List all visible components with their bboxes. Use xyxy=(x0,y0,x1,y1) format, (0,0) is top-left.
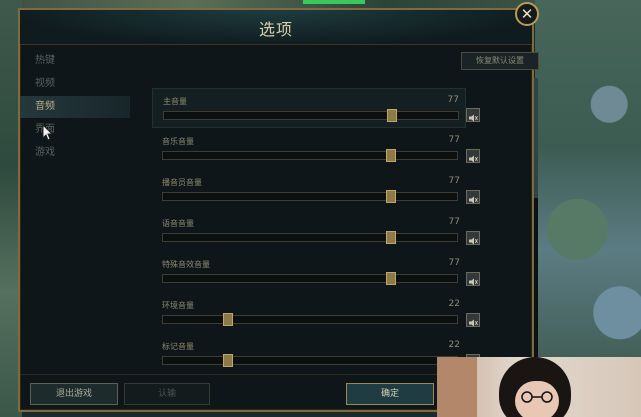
webcam-overlay xyxy=(437,357,641,417)
slider-label: 标记音量 xyxy=(162,342,194,351)
slider-value: 77 xyxy=(448,217,460,227)
sidebar-item-audio[interactable]: 音频 xyxy=(20,96,130,118)
dialog-title: 选项 xyxy=(258,20,293,39)
close-icon: ✕ xyxy=(520,5,534,23)
slider-label: 主音量 xyxy=(163,97,187,106)
speaker-mute-icon xyxy=(469,319,478,327)
volume-slider-row: 语音音量 77 xyxy=(152,211,466,251)
volume-slider-thumb[interactable] xyxy=(223,313,234,326)
volume-slider-thumb[interactable] xyxy=(386,109,397,122)
volume-slider-thumb[interactable] xyxy=(385,231,396,244)
volume-slider-thumb[interactable] xyxy=(385,272,396,285)
mute-toggle-button[interactable] xyxy=(466,272,480,286)
close-button[interactable]: ✕ xyxy=(515,2,539,26)
title-bar: 选项 xyxy=(20,10,532,45)
options-dialog: 选项 热键 视频 音频 界面 游戏 恢复默认设置 主音量77音乐音量77播音员音… xyxy=(18,8,539,412)
slider-label: 特殊音效音量 xyxy=(162,260,210,269)
volume-slider-track[interactable] xyxy=(162,149,458,162)
slider-value: 77 xyxy=(448,135,460,145)
sidebar-item-label: 视频 xyxy=(35,78,55,89)
webcam-background-shelf xyxy=(437,357,477,417)
restore-defaults-button[interactable]: 恢复默认设置 xyxy=(461,52,539,70)
game-background-right xyxy=(535,0,641,417)
volume-slider-track[interactable] xyxy=(162,190,458,203)
speaker-mute-icon xyxy=(469,237,478,245)
audio-settings-panel: 恢复默认设置 主音量 77 音乐音量 77 播音员音量 77 语音音量 77 特殊音效音量 77 环… xyxy=(136,48,539,374)
slider-value: 22 xyxy=(448,340,460,350)
health-bar xyxy=(303,0,365,4)
volume-slider-track[interactable] xyxy=(163,109,459,122)
scrollbar[interactable] xyxy=(534,78,538,368)
slider-label: 语音音量 xyxy=(162,219,194,228)
mute-toggle-button[interactable] xyxy=(466,108,480,122)
volume-slider-row: 标记音量 22 xyxy=(152,334,466,374)
sidebar: 热键 视频 音频 界面 游戏 xyxy=(20,46,130,376)
exit-game-button[interactable]: 退出游戏 xyxy=(30,383,118,405)
mute-toggle-button[interactable] xyxy=(466,313,480,327)
surrender-button[interactable]: 认输 xyxy=(124,383,210,405)
volume-slider-row: 环境音量 22 xyxy=(152,293,466,333)
volume-slider-row: 特殊音效音量 77 xyxy=(152,252,466,292)
speaker-mute-icon xyxy=(469,196,478,204)
sidebar-item-hotkeys[interactable]: 热键 xyxy=(20,50,130,72)
speaker-mute-icon xyxy=(469,114,478,122)
ok-button[interactable]: 确定 xyxy=(346,383,434,405)
volume-slider-track[interactable] xyxy=(162,231,458,244)
slider-value: 77 xyxy=(448,258,460,268)
slider-label: 音乐音量 xyxy=(162,137,194,146)
speaker-mute-icon xyxy=(469,278,478,286)
volume-slider-row: 主音量 77 xyxy=(152,88,466,128)
volume-slider-track[interactable] xyxy=(162,272,458,285)
volume-slider-row: 播音员音量 77 xyxy=(152,170,466,210)
sidebar-item-video[interactable]: 视频 xyxy=(20,73,130,95)
volume-slider-thumb[interactable] xyxy=(385,149,396,162)
sidebar-item-interface[interactable]: 界面 xyxy=(20,119,130,141)
sidebar-item-game[interactable]: 游戏 xyxy=(20,142,130,164)
mouse-pointer-icon xyxy=(42,124,54,141)
glasses-icon xyxy=(521,391,553,403)
slider-list: 主音量 77 音乐音量 77 播音员音量 77 语音音量 77 特殊音效音量 77 环境音量 22 标记… xyxy=(152,88,466,374)
volume-slider-track[interactable] xyxy=(162,354,458,367)
sidebar-item-label: 热键 xyxy=(35,55,55,66)
mute-toggle-button[interactable] xyxy=(466,231,480,245)
speaker-mute-icon xyxy=(469,155,478,163)
slider-value: 22 xyxy=(448,299,460,309)
mute-toggle-button[interactable] xyxy=(466,190,480,204)
volume-slider-thumb[interactable] xyxy=(223,354,234,367)
slider-value: 77 xyxy=(448,176,460,186)
slider-label: 环境音量 xyxy=(162,301,194,310)
slider-value: 77 xyxy=(447,95,459,105)
mute-toggle-button[interactable] xyxy=(466,149,480,163)
volume-slider-row: 音乐音量 77 xyxy=(152,129,466,169)
volume-slider-thumb[interactable] xyxy=(385,190,396,203)
sidebar-item-label: 游戏 xyxy=(35,147,55,158)
slider-label: 播音员音量 xyxy=(162,178,202,187)
scroll-thumb[interactable] xyxy=(534,78,538,198)
sidebar-item-label: 音频 xyxy=(35,101,55,112)
volume-slider-track[interactable] xyxy=(162,313,458,326)
